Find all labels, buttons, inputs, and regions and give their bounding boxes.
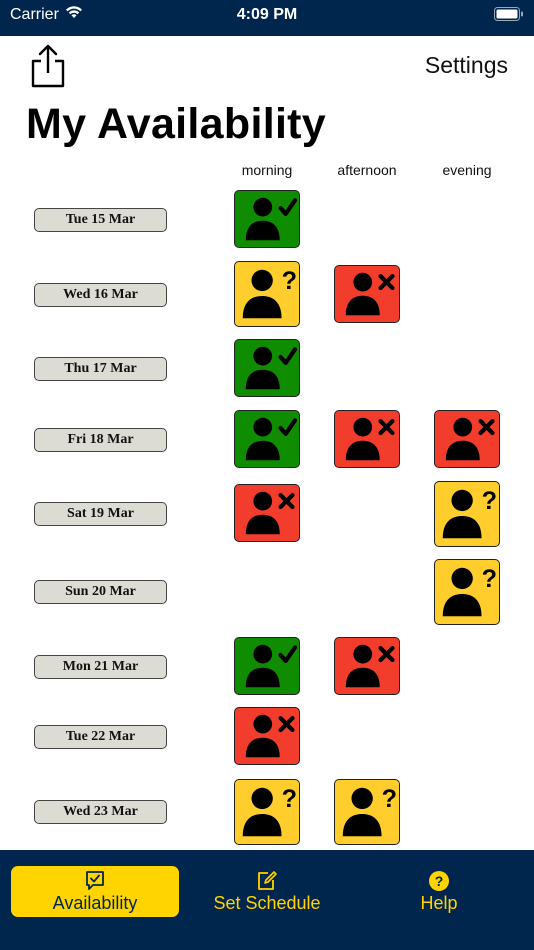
status-bar: Carrier 4:09 PM (0, 0, 534, 36)
column-header-afternoon: afternoon (337, 162, 397, 178)
availability-yes-button[interactable] (234, 339, 300, 397)
tab-set-schedule-label: Set Schedule (213, 893, 321, 913)
person-check-icon (245, 417, 298, 461)
availability-no-button[interactable] (234, 707, 300, 765)
tab-help[interactable]: ? Help (355, 866, 523, 917)
availability-maybe-button[interactable]: ? (234, 261, 300, 327)
person-question-icon: ? (342, 785, 397, 837)
tab-bar: Availability Set Schedule ? Help (0, 850, 534, 950)
availability-maybe-button[interactable]: ? (234, 779, 300, 845)
availability-maybe-button[interactable]: ? (434, 481, 500, 547)
person-check-icon (245, 346, 298, 390)
date-button[interactable]: Thu 17 Mar (34, 357, 167, 381)
svg-text:?: ? (435, 873, 444, 889)
person-question-icon: ? (442, 565, 497, 617)
clock: 4:09 PM (236, 6, 298, 23)
speech-bubble-check-icon (11, 870, 179, 892)
availability-maybe-button[interactable]: ? (434, 559, 500, 625)
date-button[interactable]: Tue 15 Mar (34, 208, 167, 232)
svg-text:?: ? (282, 267, 297, 295)
tab-set-schedule[interactable]: Set Schedule (183, 866, 351, 917)
person-question-icon: ? (442, 487, 497, 539)
svg-text:?: ? (482, 487, 497, 515)
availability-no-button[interactable] (434, 410, 500, 468)
availability-yes-button[interactable] (234, 410, 300, 468)
question-circle-icon: ? (355, 870, 523, 892)
svg-text:?: ? (482, 565, 497, 593)
person-x-icon (345, 644, 395, 688)
date-button[interactable]: Wed 23 Mar (34, 800, 167, 824)
availability-no-button[interactable] (334, 410, 400, 468)
availability-no-button[interactable] (334, 265, 400, 323)
battery-icon (494, 7, 524, 26)
edit-square-icon (183, 870, 351, 892)
share-icon (31, 44, 65, 88)
person-check-icon (245, 644, 298, 688)
date-button[interactable]: Sun 20 Mar (34, 580, 167, 604)
column-header-morning: morning (241, 162, 293, 178)
availability-no-button[interactable] (334, 637, 400, 695)
availability-no-button[interactable] (234, 484, 300, 542)
person-x-icon (345, 417, 395, 461)
column-header-evening: evening (442, 162, 492, 178)
person-check-icon (245, 197, 298, 241)
availability-maybe-button[interactable]: ? (334, 779, 400, 845)
date-button[interactable]: Wed 16 Mar (34, 283, 167, 307)
person-x-icon (445, 417, 495, 461)
date-button[interactable]: Fri 18 Mar (34, 428, 167, 452)
share-button[interactable] (28, 42, 68, 90)
date-button[interactable]: Sat 19 Mar (34, 502, 167, 526)
person-x-icon (245, 491, 295, 535)
page-title: My Availability (26, 100, 327, 148)
person-x-icon (345, 272, 395, 316)
availability-yes-button[interactable] (234, 637, 300, 695)
availability-yes-button[interactable] (234, 190, 300, 248)
tab-availability[interactable]: Availability (11, 866, 179, 917)
date-button[interactable]: Tue 22 Mar (34, 725, 167, 749)
svg-text:?: ? (382, 785, 397, 813)
settings-button[interactable]: Settings (425, 52, 508, 79)
person-question-icon: ? (242, 785, 297, 837)
svg-text:?: ? (282, 785, 297, 813)
tab-help-label: Help (420, 893, 458, 913)
person-x-icon (245, 714, 295, 758)
person-question-icon: ? (242, 267, 297, 319)
tab-availability-label: Availability (52, 893, 138, 913)
date-button[interactable]: Mon 21 Mar (34, 655, 167, 679)
